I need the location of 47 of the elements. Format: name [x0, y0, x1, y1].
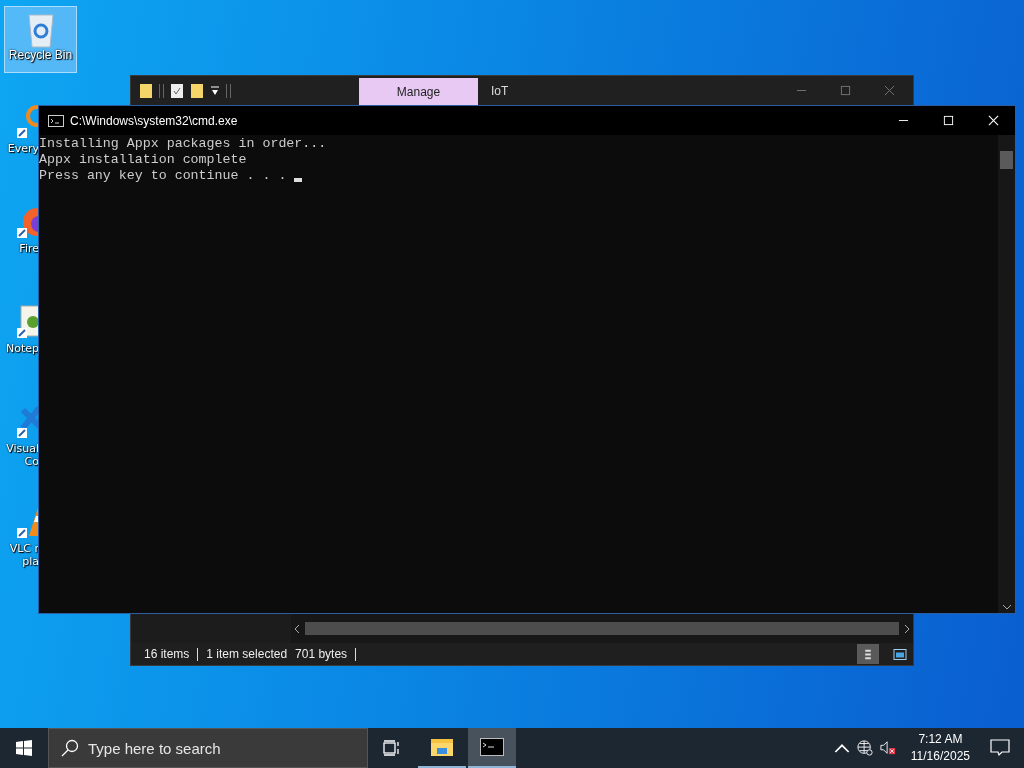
item-count: 16 items	[144, 647, 190, 661]
console-line: Installing Appx packages in order...	[39, 136, 327, 152]
scrollbar-thumb[interactable]	[305, 622, 899, 635]
globe-icon[interactable]	[856, 740, 873, 756]
desktop-icon[interactable]: Notep	[4, 299, 38, 373]
command-prompt-button[interactable]	[468, 728, 516, 768]
ribbon-tab[interactable]: IoT	[478, 76, 522, 105]
selection-count: 1 item selected	[206, 647, 288, 661]
icon-label: pla	[22, 555, 39, 568]
icon-label: Recycle Bin	[8, 49, 73, 62]
selection-size: 701 bytes	[295, 647, 348, 661]
clock-time: 7:12 AM	[918, 731, 963, 748]
task-view-icon	[383, 740, 401, 756]
folder-icon	[190, 82, 204, 99]
desktop-icon[interactable]: Every	[4, 99, 38, 173]
dropdown-icon	[210, 84, 220, 97]
icon-label: Visual	[6, 442, 39, 455]
clock[interactable]: 7:12 AM 11/16/2025	[902, 731, 978, 765]
icon-label: Fire	[19, 242, 39, 255]
scroll-left-icon[interactable]	[293, 623, 301, 634]
icon-label: Notep	[5, 342, 39, 355]
scrollbar-thumb[interactable]	[1000, 151, 1013, 169]
icon-label: Co	[24, 455, 39, 468]
console-line: Press any key to continue . . .	[39, 168, 288, 184]
volume-muted-icon[interactable]	[879, 740, 896, 756]
search-field[interactable]: Type here to search	[48, 728, 368, 768]
folder-icon	[139, 82, 153, 99]
search-icon	[61, 739, 79, 757]
vertical-scrollbar[interactable]	[998, 135, 1015, 613]
checklist-icon	[170, 82, 184, 99]
terminal-icon	[48, 114, 64, 127]
scroll-right-icon[interactable]	[903, 623, 911, 634]
clock-date: 11/16/2025	[910, 748, 970, 765]
scroll-down-icon[interactable]	[1001, 603, 1012, 611]
ribbon-tab[interactable]: Manage	[359, 78, 478, 105]
desktop-icon[interactable]: Visual Co	[4, 399, 38, 473]
picture-frame-icon	[893, 647, 907, 661]
folder-icon	[430, 737, 454, 757]
horizontal-scrollbar[interactable]	[291, 614, 913, 643]
desktop-icon-selected[interactable]: Recycle Bin	[4, 6, 77, 73]
terminal-icon	[480, 737, 504, 757]
speech-bubble-icon[interactable]	[990, 739, 1010, 757]
console-line: Appx installation complete	[39, 152, 247, 168]
details-view-button[interactable]	[857, 644, 879, 664]
windows-logo-icon	[16, 740, 32, 756]
icon-label: Every	[7, 142, 39, 155]
window-title: C:\Windows\system32\cmd.exe	[70, 113, 238, 128]
